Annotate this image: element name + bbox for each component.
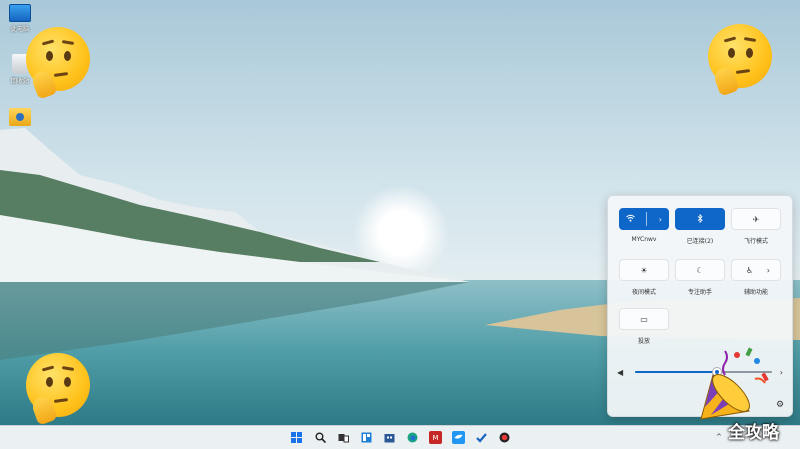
app-icon[interactable] [452,431,465,444]
gear-icon[interactable]: ⚙ [776,400,784,410]
night-light-icon: ☀ [640,265,648,275]
bluetooth-tile[interactable] [675,208,725,230]
mail-icon[interactable]: M [429,431,442,444]
focus-assist-icon: ☾ [696,265,704,275]
wifi-tile[interactable]: › [619,208,669,230]
site-watermark: 全攻略 [728,423,779,443]
thinking-face-emoji-top-right [708,24,772,97]
search-icon[interactable] [314,431,327,444]
wifi-expand-arrow-icon[interactable]: › [659,215,662,224]
computer-icon [9,4,31,22]
night-light-tile-label: 夜间模式 [631,289,656,296]
record-icon[interactable] [498,431,511,444]
focus-assist-tile-label: 专注助手 [687,289,712,296]
start-icon[interactable] [290,431,303,444]
store-icon[interactable] [383,431,396,444]
desktop-icon-user-folder[interactable] [2,108,38,126]
accessibility-tile-label: 辅助功能 [743,289,768,296]
bluetooth-tile-label: 已连接(2) [686,238,714,245]
taskbar: M ^ [0,425,800,449]
cast-tile[interactable]: ▭ [619,308,669,330]
night-light-tile[interactable]: ☀ [619,259,669,281]
party-popper-sticker [700,347,769,420]
speaker-icon[interactable]: ◀ [617,368,629,377]
bluetooth-icon [697,213,703,225]
wifi-icon [626,214,635,224]
task-view-icon[interactable] [337,431,350,444]
tray-chevron-icon[interactable]: ^ [716,433,722,441]
accessibility-tile[interactable]: ♿ › [731,259,781,281]
wifi-tile-label: MYCnwv [631,236,657,243]
accessibility-icon: ♿ [746,265,754,275]
thinking-face-emoji-bottom-left [26,353,90,426]
checkmark-app-icon[interactable] [475,431,488,444]
user-folder-icon [9,108,31,126]
audio-output-arrow-icon[interactable]: › [780,368,783,377]
widgets-icon[interactable] [360,431,373,444]
edge-icon[interactable] [406,431,419,444]
focus-assist-tile[interactable]: ☾ [675,259,725,281]
airplane-mode-tile-label: 飞行模式 [743,238,768,245]
cast-icon: ▭ [640,314,648,324]
accessibility-expand-arrow-icon[interactable]: › [767,266,770,275]
cast-tile-label: 投放 [637,338,650,345]
airplane-mode-tile[interactable]: ✈ [731,208,781,230]
airplane-icon: ✈ [752,214,760,224]
thinking-face-emoji-top-left [26,27,90,100]
